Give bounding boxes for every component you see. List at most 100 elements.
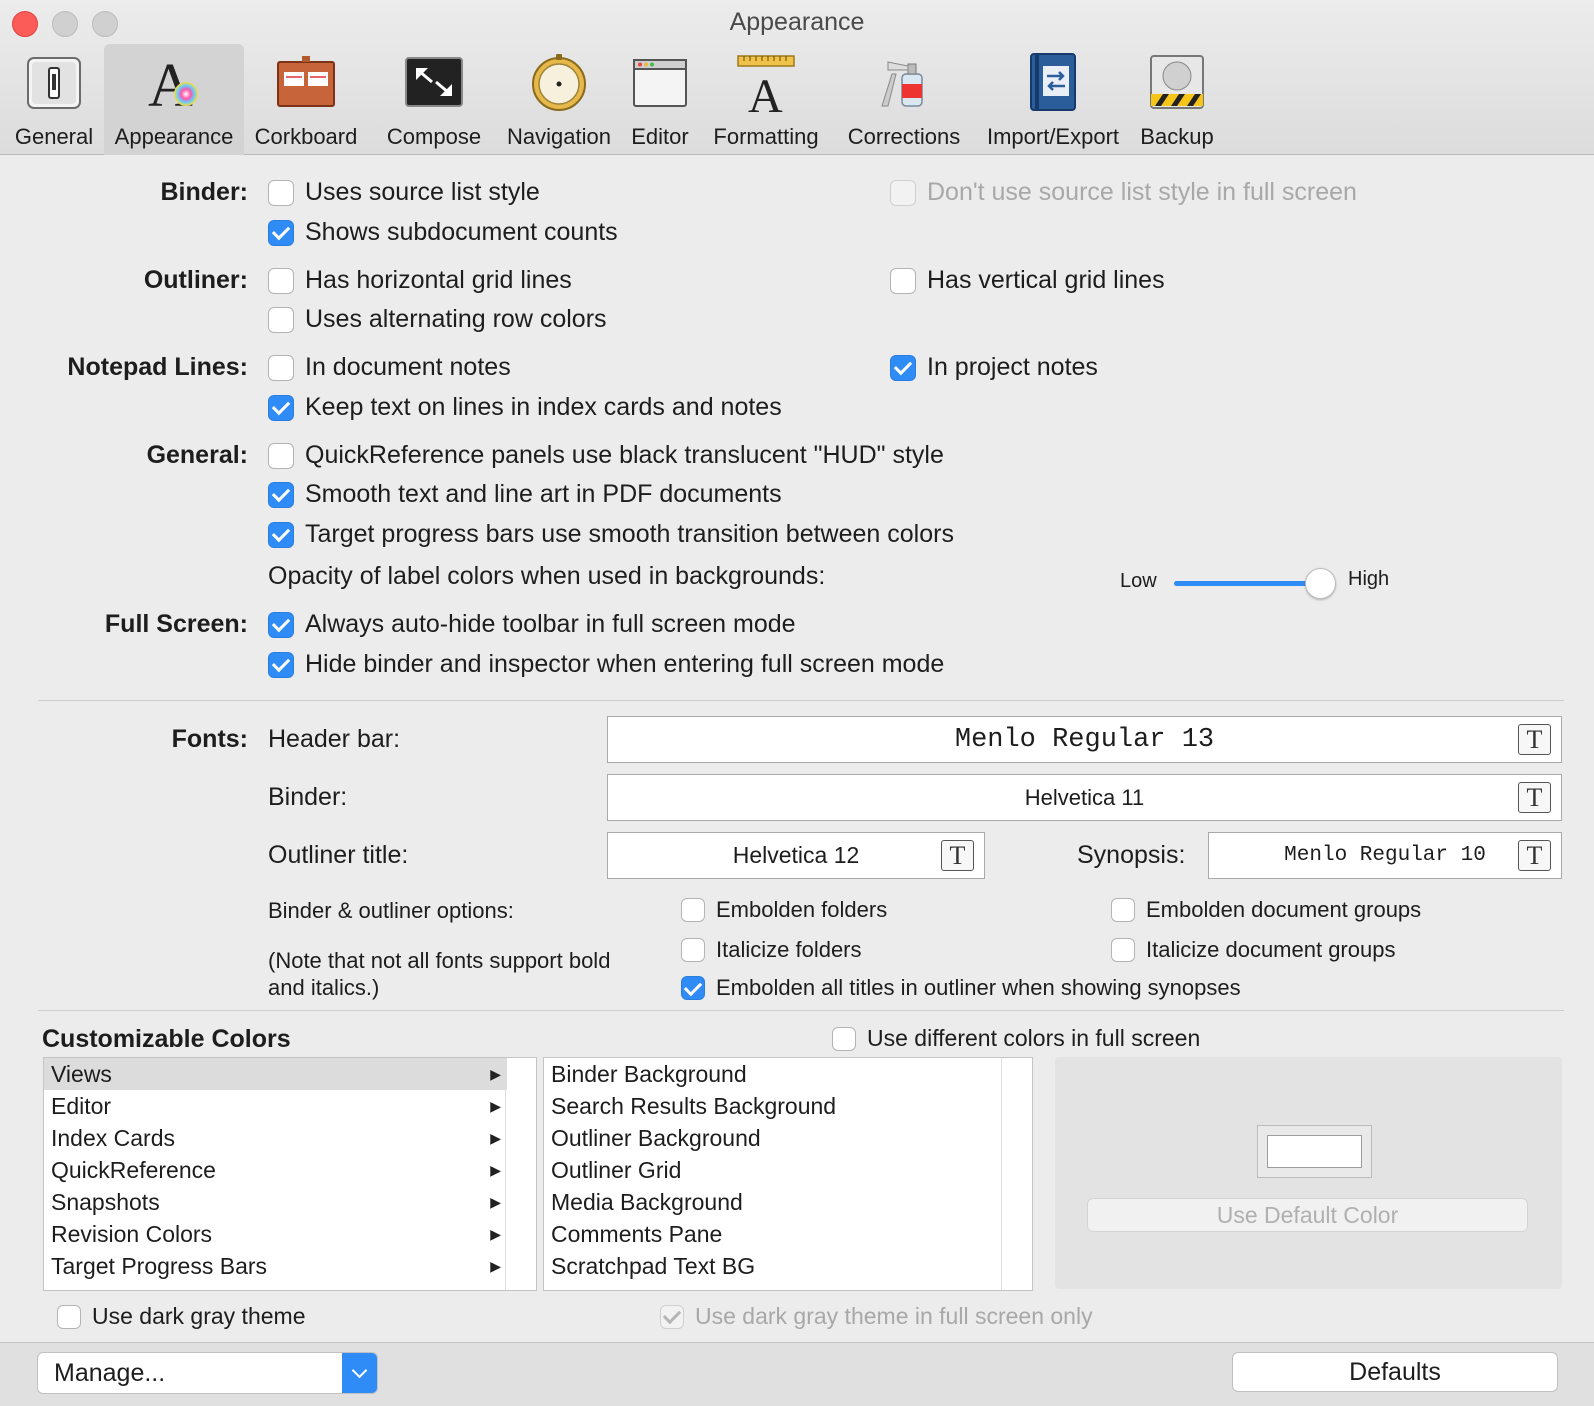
dont-use-source-list-full-screen-checkbox: Don't use source list style in full scre… (890, 178, 1357, 207)
color-item[interactable]: Scratchpad Text BG (544, 1250, 1032, 1282)
submenu-arrow-icon: ▶ (490, 1097, 501, 1114)
toolbar-item-label: Formatting (713, 124, 819, 149)
outliner-title-font-label: Outliner title: (268, 841, 409, 869)
hide-binder-inspector-checkbox[interactable]: Hide binder and inspector when entering … (268, 650, 944, 679)
vertical-grid-lines-checkbox[interactable]: Has vertical grid lines (890, 266, 1165, 295)
color-item[interactable]: Media Background (544, 1186, 1032, 1218)
font-picker-icon[interactable]: T (941, 840, 974, 871)
checkbox[interactable] (890, 354, 916, 381)
checkbox[interactable] (1111, 898, 1135, 922)
spray-bottle-icon (881, 61, 923, 107)
italicize-document-groups-checkbox[interactable]: Italicize document groups (1111, 937, 1395, 963)
color-item[interactable]: Outliner Background (544, 1122, 1032, 1154)
toolbar-item-compose[interactable]: Compose (376, 44, 492, 155)
window-icon (633, 59, 687, 107)
toolbar-item-label: Corrections (847, 124, 961, 149)
checkbox[interactable] (268, 481, 294, 508)
keep-text-on-lines-checkbox[interactable]: Keep text on lines in index cards and no… (268, 393, 782, 422)
checkbox[interactable] (268, 651, 294, 678)
binder-outliner-options-label: Binder & outliner options: (268, 898, 514, 923)
color-category-target-progress-bars[interactable]: Target Progress Bars ▶ (44, 1250, 507, 1282)
smooth-pdf-checkbox[interactable]: Smooth text and line art in PDF document… (268, 480, 782, 509)
checkbox[interactable] (268, 306, 294, 333)
toolbar-item-label: Compose (386, 124, 482, 149)
checkbox[interactable] (681, 938, 705, 962)
toolbar-item-appearance[interactable]: A Appearance (104, 44, 244, 155)
checkbox[interactable] (268, 611, 294, 638)
binder-section-label: Binder: (160, 178, 249, 206)
header-bar-font-label: Header bar: (268, 725, 401, 753)
opacity-slider-knob[interactable] (1305, 568, 1336, 599)
in-project-notes-checkbox[interactable]: In project notes (890, 353, 1098, 382)
toolbar-item-editor[interactable]: Editor (624, 44, 696, 155)
manage-popup-button[interactable]: Manage... (37, 1352, 378, 1394)
color-category-editor[interactable]: Editor ▶ (44, 1090, 507, 1122)
color-well[interactable] (1257, 1125, 1372, 1178)
color-item[interactable]: Outliner Grid (544, 1154, 1032, 1186)
italicize-folders-checkbox[interactable]: Italicize folders (681, 937, 862, 963)
customizable-colors-title: Customizable Colors (42, 1025, 291, 1053)
fonts-section-label: Fonts: (171, 725, 248, 753)
toolbar-item-import-export[interactable]: Import/Export (978, 44, 1128, 155)
checkbox[interactable] (681, 898, 705, 922)
color-category-quickreference[interactable]: QuickReference ▶ (44, 1154, 507, 1186)
smooth-progress-transition-checkbox[interactable]: Target progress bars use smooth transiti… (268, 520, 954, 549)
toolbar-item-general[interactable]: General (6, 44, 102, 155)
submenu-arrow-icon: ▶ (490, 1065, 501, 1082)
toolbar-item-formatting[interactable]: A Formatting (704, 44, 828, 155)
checkbox[interactable] (832, 1026, 856, 1051)
dark-gray-full-screen-only-checkbox: Use dark gray theme in full screen only (660, 1303, 1093, 1330)
fonts-note-line-2: and italics.) (268, 975, 380, 1000)
opacity-slider-track[interactable] (1174, 581, 1320, 586)
toolbar-item-backup[interactable]: Backup (1130, 44, 1224, 155)
font-picker-icon[interactable]: T (1518, 782, 1551, 813)
outliner-title-font-field[interactable]: Helvetica 12 T (607, 832, 985, 879)
submenu-arrow-icon: ▶ (490, 1161, 501, 1178)
checkbox[interactable] (268, 354, 294, 381)
checkbox[interactable] (1111, 938, 1135, 962)
embolden-document-groups-checkbox[interactable]: Embolden document groups (1111, 897, 1421, 923)
uses-source-list-style-checkbox[interactable]: Uses source list style (268, 178, 540, 207)
color-category-list[interactable]: Views ▶ Editor ▶ Index Cards ▶ QuickReferen… (43, 1057, 537, 1291)
toolbar-item-corrections[interactable]: Corrections (842, 44, 966, 155)
checkbox[interactable] (890, 267, 916, 294)
different-colors-full-screen-checkbox[interactable]: Use different colors in full screen (832, 1025, 1200, 1052)
font-picker-icon[interactable]: T (1518, 724, 1551, 755)
auto-hide-toolbar-checkbox[interactable]: Always auto-hide toolbar in full screen … (268, 610, 796, 639)
checkbox[interactable] (268, 521, 294, 548)
color-item-list[interactable]: Binder Background Search Results Backgro… (543, 1057, 1033, 1291)
toolbar-item-navigation[interactable]: Navigation (496, 44, 622, 155)
color-category-revision-colors[interactable]: Revision Colors ▶ (44, 1218, 507, 1250)
color-category-views[interactable]: Views ▶ (44, 1058, 507, 1090)
checkbox[interactable] (681, 976, 705, 1000)
hud-style-checkbox[interactable]: QuickReference panels use black transluc… (268, 441, 944, 470)
dark-gray-theme-checkbox[interactable]: Use dark gray theme (57, 1303, 305, 1330)
checkbox[interactable] (268, 394, 294, 421)
checkbox[interactable] (57, 1304, 81, 1329)
binder-font-value: Helvetica 11 (1024, 784, 1145, 810)
horizontal-grid-lines-checkbox[interactable]: Has horizontal grid lines (268, 266, 572, 295)
checkbox[interactable] (268, 219, 294, 246)
defaults-button[interactable]: Defaults (1232, 1352, 1558, 1392)
shows-subdocument-counts-checkbox[interactable]: Shows subdocument counts (268, 218, 618, 247)
font-picker-icon[interactable]: T (1518, 840, 1551, 871)
embolden-titles-synopses-checkbox[interactable]: Embolden all titles in outliner when sho… (681, 975, 1241, 1001)
in-document-notes-checkbox[interactable]: In document notes (268, 353, 511, 382)
color-item[interactable]: Search Results Background (544, 1090, 1032, 1122)
submenu-arrow-icon: ▶ (490, 1225, 501, 1242)
checkbox[interactable] (268, 179, 294, 206)
alternating-row-colors-checkbox[interactable]: Uses alternating row colors (268, 305, 607, 334)
synopsis-font-field[interactable]: Menlo Regular 10 T (1208, 832, 1562, 879)
header-bar-font-field[interactable]: Menlo Regular 13 T (607, 716, 1562, 763)
toolbar-item-corkboard[interactable]: Corkboard (250, 44, 362, 155)
binder-font-field[interactable]: Helvetica 11 T (607, 774, 1562, 821)
embolden-folders-checkbox[interactable]: Embolden folders (681, 897, 887, 923)
color-category-snapshots[interactable]: Snapshots ▶ (44, 1186, 507, 1218)
color-item[interactable]: Binder Background (544, 1058, 1032, 1090)
checkbox[interactable] (268, 442, 294, 469)
color-item[interactable]: Comments Pane (544, 1218, 1032, 1250)
checkbox[interactable] (268, 267, 294, 294)
chevron-down-icon (342, 1353, 377, 1393)
color-category-index-cards[interactable]: Index Cards ▶ (44, 1122, 507, 1154)
divider (38, 700, 1564, 701)
